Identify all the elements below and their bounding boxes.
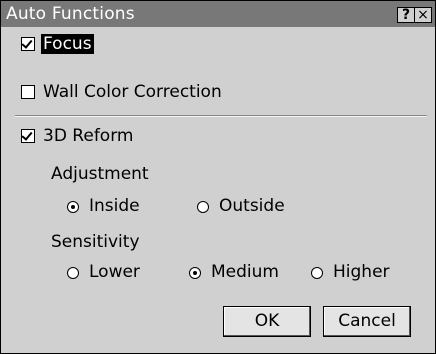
wall-color-correction-checkbox[interactable]: [21, 85, 35, 99]
sensitivity-higher-label[interactable]: Higher: [333, 262, 390, 282]
adjustment-heading: Adjustment: [51, 164, 149, 184]
sensitivity-medium-radio[interactable]: [189, 267, 201, 279]
cancel-button[interactable]: Cancel: [323, 306, 411, 337]
sensitivity-lower-label[interactable]: Lower: [89, 262, 140, 282]
sensitivity-lower-radio[interactable]: [67, 267, 79, 279]
close-button[interactable]: ×: [414, 7, 432, 23]
ok-button[interactable]: OK: [223, 306, 311, 337]
radio-selected-dot: [71, 205, 75, 209]
3d-reform-label[interactable]: 3D Reform: [43, 126, 133, 146]
separator: [15, 115, 427, 117]
auto-functions-dialog: Auto Functions ? × Focus Wall Color Corr…: [0, 0, 436, 354]
sensitivity-medium-label[interactable]: Medium: [211, 262, 279, 282]
adjustment-outside-radio[interactable]: [197, 201, 209, 213]
3d-reform-checkbox[interactable]: [21, 129, 35, 143]
checkmark-icon: [21, 37, 33, 49]
focus-checkbox[interactable]: [21, 37, 35, 51]
title-bar[interactable]: Auto Functions ? ×: [1, 1, 435, 27]
help-button[interactable]: ?: [397, 7, 415, 23]
window-title: Auto Functions: [6, 4, 135, 24]
adjustment-outside-label[interactable]: Outside: [219, 196, 285, 216]
checkmark-icon: [21, 129, 33, 141]
radio-selected-dot: [193, 271, 197, 275]
adjustment-inside-radio[interactable]: [67, 201, 79, 213]
wall-color-correction-label[interactable]: Wall Color Correction: [43, 82, 222, 102]
sensitivity-heading: Sensitivity: [51, 232, 140, 252]
sensitivity-higher-radio[interactable]: [311, 267, 323, 279]
focus-label[interactable]: Focus: [41, 34, 94, 54]
adjustment-inside-label[interactable]: Inside: [89, 196, 140, 216]
